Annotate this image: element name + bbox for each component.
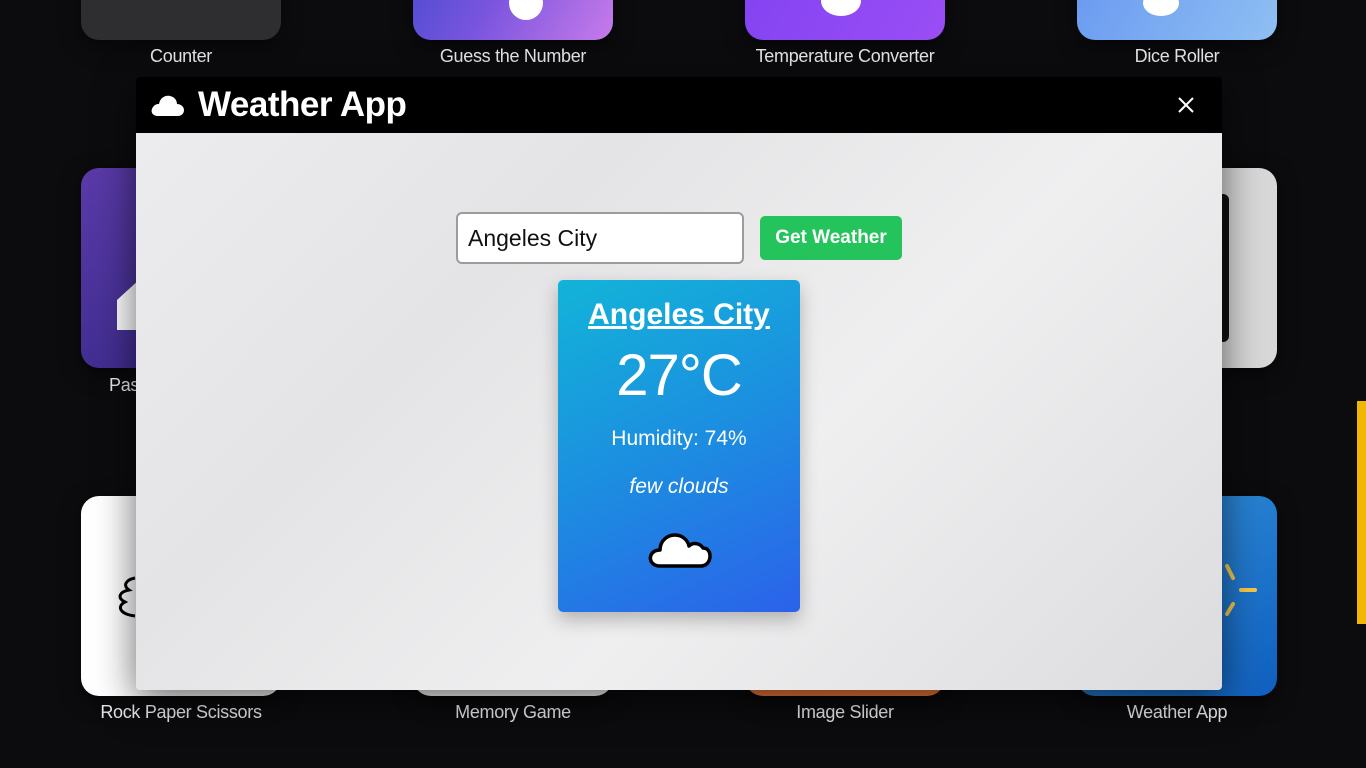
app-tile-temperature-converter[interactable] [745,0,945,40]
app-tile-guess-the-number[interactable] [413,0,613,40]
city-name: Angeles City [588,298,770,331]
app-tile-label: Counter [150,46,212,66]
modal-title: Weather App [198,85,407,124]
app-tile-label: Weather App [1126,702,1228,722]
app-glyph-icon [821,0,861,16]
weather-app-modal: Weather App Get Weather Angeles City 27°… [136,77,1222,690]
humidity-text: Humidity: 74% [611,427,747,450]
cloud-icon [151,95,184,116]
app-tile-counter[interactable] [81,0,281,40]
weather-description: few clouds [629,475,729,498]
app-glyph-icon [1143,0,1179,16]
app-tile-label: Image Slider [796,702,894,722]
sun-icon [1225,564,1257,616]
app-tile-label: Guess the Number [439,46,587,66]
modal-header: Weather App [136,77,1222,133]
temperature-value: 27°C [616,343,743,408]
app-tile-label: Pas [109,375,140,395]
app-tile-label: Rock Paper Scissors [100,702,262,722]
close-icon[interactable] [1176,95,1196,115]
modal-body: Get Weather Angeles City 27°C Humidity: … [136,133,1222,690]
get-weather-button[interactable]: Get Weather [760,216,902,260]
app-tile-label: Memory Game [455,702,571,722]
city-search-input[interactable] [456,212,744,264]
side-accent-bar [1357,401,1366,624]
app-tile-label: Dice Roller [1134,46,1220,66]
cloud-outline-icon [648,533,712,568]
app-tile-label: Temperature Converter [755,46,935,66]
app-launcher-screen: Counter Guess the Number Temperature Con… [0,0,1366,768]
app-glyph-icon [509,0,543,20]
weather-result-card: Angeles City 27°C Humidity: 74% few clou… [558,280,800,612]
app-tile-dice-roller[interactable] [1077,0,1277,40]
